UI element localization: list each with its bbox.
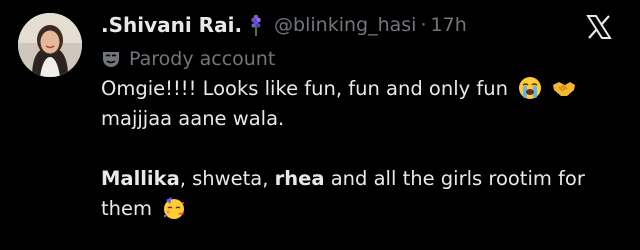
tweet-line-3: Mallika, shweta, rhea and all the girls …	[101, 164, 631, 194]
tweet-line-3-text-a: , shweta,	[179, 167, 275, 190]
separator-dot: ·	[420, 14, 427, 36]
tweet-line-4-text: them	[101, 197, 152, 220]
hyacinth-icon	[248, 14, 264, 36]
user-handle[interactable]: @blinking_hasi	[274, 10, 416, 40]
parody-label: Parody account	[101, 45, 275, 73]
tweet-line-3-text-b: and all the girls rootim for	[324, 167, 585, 190]
loudly-crying-face-icon	[518, 76, 542, 100]
mention-mallika: Mallika	[101, 167, 180, 190]
x-logo-icon	[586, 14, 612, 40]
timestamp[interactable]: 17h	[431, 10, 467, 40]
tweet-line-1: Omgie!!!! Looks like fun, fun and only f…	[101, 74, 631, 104]
avatar[interactable]	[18, 13, 82, 77]
tweet-card[interactable]: .Shivani Rai. @blinking_hasi · 17h Parod…	[0, 0, 640, 250]
display-name[interactable]: .Shivani Rai.	[101, 10, 242, 40]
mention-rhea: rhea	[274, 167, 325, 190]
mask-icon	[101, 49, 121, 69]
tweet-line-1-text: Omgie!!!! Looks like fun, fun and only f…	[101, 77, 508, 100]
tweet-text: Omgie!!!! Looks like fun, fun and only f…	[101, 74, 631, 224]
tweet-line-4: them	[101, 194, 631, 224]
tweet-line-2: majjjaa aane wala.	[101, 107, 285, 130]
handshake-icon	[552, 76, 576, 100]
partying-face-icon	[162, 196, 186, 220]
parody-label-text: Parody account	[129, 48, 276, 70]
tweet-header: .Shivani Rai. @blinking_hasi · 17h	[101, 10, 467, 40]
